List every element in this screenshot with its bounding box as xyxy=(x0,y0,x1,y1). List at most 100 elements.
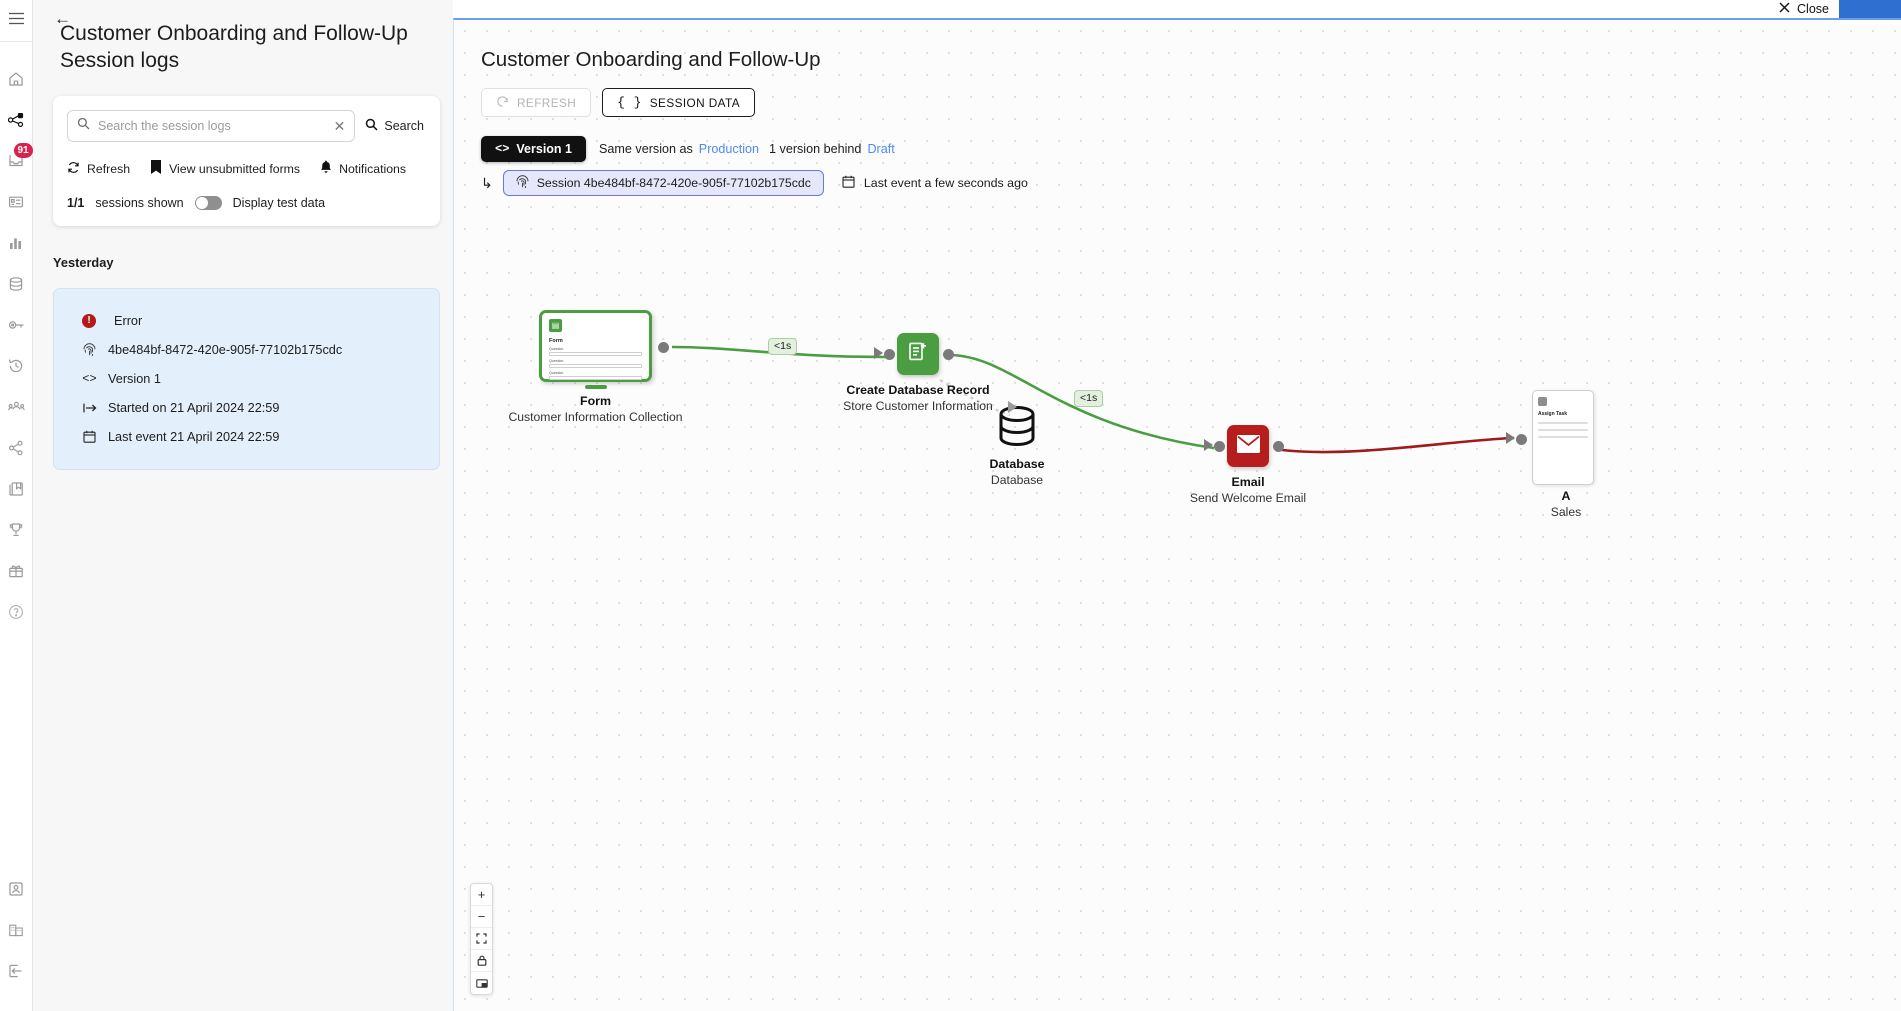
sitemap-icon xyxy=(8,112,24,128)
form-field: Question xyxy=(549,359,642,368)
search-card: ✕ Search Refresh xyxy=(53,96,440,226)
sidebar-item-share[interactable] xyxy=(0,427,33,468)
notifications-label: Notifications xyxy=(339,161,407,176)
search-icon xyxy=(365,118,378,134)
session-last-event-label: Last event 21 April 2024 22:59 xyxy=(108,429,280,444)
menu-button[interactable] xyxy=(0,0,32,42)
session-data-label: SESSION DATA xyxy=(649,95,741,110)
database-node-subtitle: Database xyxy=(990,473,1044,487)
view-unsubmitted-forms-label: View unsubmitted forms xyxy=(169,161,301,176)
version-chip[interactable]: <> Version 1 xyxy=(481,136,586,162)
form-icon: ▤ xyxy=(549,319,562,332)
sidebar-item-help[interactable] xyxy=(0,591,33,632)
search-button[interactable]: Search xyxy=(365,118,426,134)
form-field-input xyxy=(549,364,642,368)
session-chip[interactable]: Session 4be484bf-8472-420e-905f-77102b17… xyxy=(502,170,824,196)
calendar-icon xyxy=(82,430,97,443)
sidebar-item-inbox[interactable]: 91 xyxy=(0,140,33,181)
form-node-card[interactable]: ▤ Form Question Question Question xyxy=(539,310,652,389)
help-icon xyxy=(8,604,24,620)
lock-view-button[interactable] xyxy=(471,950,492,972)
gift-icon xyxy=(8,563,24,579)
fit-view-button[interactable] xyxy=(471,928,492,950)
form-field-input xyxy=(549,352,642,356)
email-node-box[interactable] xyxy=(1227,425,1269,467)
sidebar-item-forms[interactable] xyxy=(0,181,33,222)
sidebar-item-credentials[interactable] xyxy=(0,304,33,345)
session-started-label: Started on 21 April 2024 22:59 xyxy=(108,400,280,415)
sidebar-item-analytics[interactable] xyxy=(0,222,33,263)
display-test-data-label: Display test data xyxy=(232,196,326,210)
create-node-name: Create Database Record xyxy=(846,383,990,397)
search-input[interactable] xyxy=(98,119,326,133)
notifications-action[interactable]: Notifications xyxy=(320,160,406,177)
node-database[interactable]: Database Database xyxy=(989,401,1045,487)
node-create-database-record[interactable]: Create Database Record Store Customer In… xyxy=(843,333,993,413)
refresh-button[interactable]: REFRESH xyxy=(481,88,592,117)
display-test-data-toggle[interactable] xyxy=(194,196,222,210)
form-field-label: Question xyxy=(549,371,564,375)
email-input-port[interactable] xyxy=(1214,441,1225,452)
flow-viewer: Close Customer Onboarding and Follow-Up … xyxy=(453,0,1901,1011)
code-icon: <> xyxy=(82,371,97,386)
database-node-name: Database xyxy=(989,457,1045,471)
zoom-out-button[interactable]: − xyxy=(471,906,492,928)
session-status-label: Error xyxy=(114,313,143,328)
create-node-box[interactable] xyxy=(897,333,939,375)
close-button[interactable]: Close xyxy=(1779,2,1829,16)
assign-input-port[interactable] xyxy=(1516,434,1527,445)
sidebar-item-organization[interactable] xyxy=(0,909,33,950)
search-row: ✕ Search xyxy=(67,110,426,142)
create-output-port[interactable] xyxy=(943,349,954,360)
refresh-action[interactable]: Refresh xyxy=(67,161,130,177)
assign-node-card[interactable]: Assign Task xyxy=(1532,390,1594,485)
database-icon xyxy=(999,406,1035,446)
minimap-icon xyxy=(475,978,488,988)
sidebar-item-account[interactable] xyxy=(0,868,33,909)
create-input-port[interactable] xyxy=(884,349,895,360)
user-badge-icon xyxy=(8,881,24,897)
node-form[interactable]: ▤ Form Question Question Question Form C… xyxy=(508,310,683,424)
calendar-icon xyxy=(842,175,855,191)
edge-email-to-assign xyxy=(1281,436,1515,454)
sidebar-item-library[interactable] xyxy=(0,468,33,509)
view-unsubmitted-forms-action[interactable]: View unsubmitted forms xyxy=(150,160,300,177)
home-icon xyxy=(8,71,24,87)
clear-search-icon[interactable]: ✕ xyxy=(334,119,346,133)
node-email[interactable]: Email Send Welcome Email xyxy=(1190,425,1306,505)
draft-link[interactable]: Draft xyxy=(867,142,894,156)
zoom-in-button[interactable]: + xyxy=(471,884,492,906)
form-inner-title: Form xyxy=(549,338,563,344)
session-list-item[interactable]: ! Error 4be484bf-8472-420e-905f-77102b17… xyxy=(53,288,440,470)
assign-node-label: A Sales xyxy=(1446,488,1686,520)
sidebar-item-achievements[interactable] xyxy=(0,509,33,550)
sidebar-item-logout[interactable] xyxy=(0,950,33,991)
search-input-wrap[interactable]: ✕ xyxy=(67,110,356,142)
form-submit-button xyxy=(584,385,607,389)
last-event-label: Last event a few seconds ago xyxy=(863,176,1028,190)
form-node-label: Form Customer Information Collection xyxy=(476,393,716,425)
refresh-action-label: Refresh xyxy=(87,161,131,176)
sidebar-item-flows[interactable] xyxy=(0,99,33,140)
form-field: Question xyxy=(549,347,642,356)
form-output-port[interactable] xyxy=(658,342,669,353)
sidebar-item-home[interactable] xyxy=(0,58,33,99)
sidebar-item-rewards[interactable] xyxy=(0,550,33,591)
flow-canvas[interactable]: Customer Onboarding and Follow-Up REFRES… xyxy=(453,18,1901,1011)
viewer-topbar: Close xyxy=(453,0,1901,18)
version-chip-label: Version 1 xyxy=(516,142,572,156)
sidebar-item-data[interactable] xyxy=(0,263,33,304)
sidebar-item-history[interactable] xyxy=(0,345,33,386)
flow-toolbar: REFRESH { } SESSION DATA xyxy=(481,88,756,117)
email-output-port[interactable] xyxy=(1273,441,1284,452)
session-data-button[interactable]: { } SESSION DATA xyxy=(602,88,756,117)
sidebar-item-teams[interactable] xyxy=(0,386,33,427)
production-link[interactable]: Production xyxy=(699,142,759,156)
logout-icon xyxy=(8,963,24,979)
create-input-arrow xyxy=(874,347,883,359)
page-title: Customer Onboarding and Follow-Up Sessio… xyxy=(60,22,408,72)
minimap-button[interactable] xyxy=(471,972,492,994)
sessions-count: 1/1 xyxy=(67,196,85,210)
book-icon xyxy=(150,160,162,177)
chart-icon xyxy=(8,235,24,251)
